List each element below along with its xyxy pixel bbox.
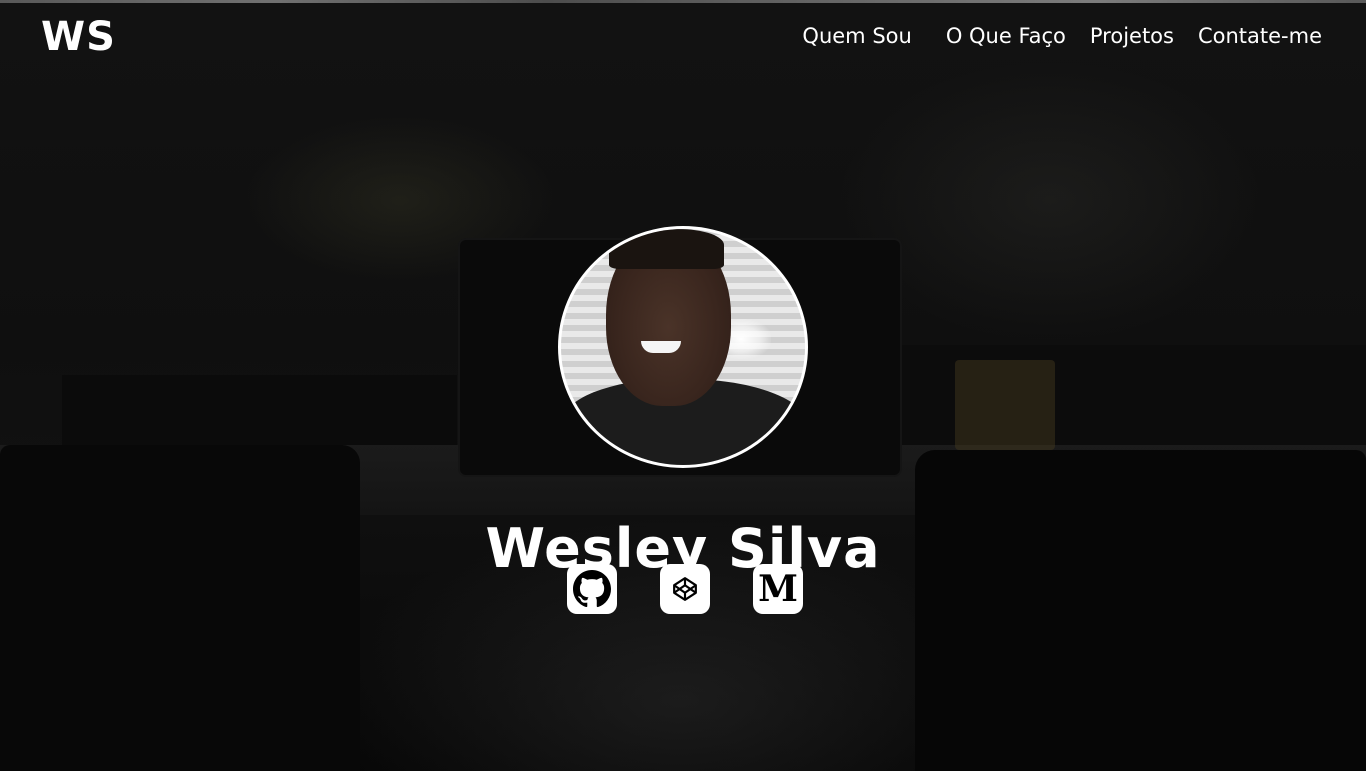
medium-link[interactable]: M [753,564,803,614]
codepen-link[interactable] [660,564,710,614]
page: WS Quem Sou O Que Faço Projetos Contate-… [0,0,1366,771]
avatar-mouth [641,341,681,353]
codepen-icon [673,577,697,601]
social-links: M [567,564,803,614]
avatar-hair [609,229,724,269]
hero: Wesley Silva M [0,0,1366,771]
avatar [558,226,808,468]
medium-icon: M [758,568,798,610]
github-icon [573,570,611,608]
github-link[interactable] [567,564,617,614]
